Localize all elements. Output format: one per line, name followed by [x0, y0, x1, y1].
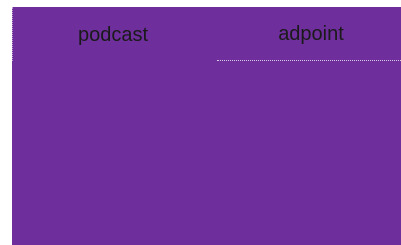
tab-podcast-label: podcast [77, 23, 149, 46]
tab-bar: podcast adpoint [12, 7, 401, 61]
tab-adpoint[interactable]: adpoint [217, 7, 401, 61]
tab-content-area [12, 61, 401, 245]
tab-panel: podcast adpoint [12, 7, 401, 245]
tab-adpoint-label: adpoint [278, 23, 344, 45]
tab-podcast[interactable]: podcast [12, 7, 217, 61]
